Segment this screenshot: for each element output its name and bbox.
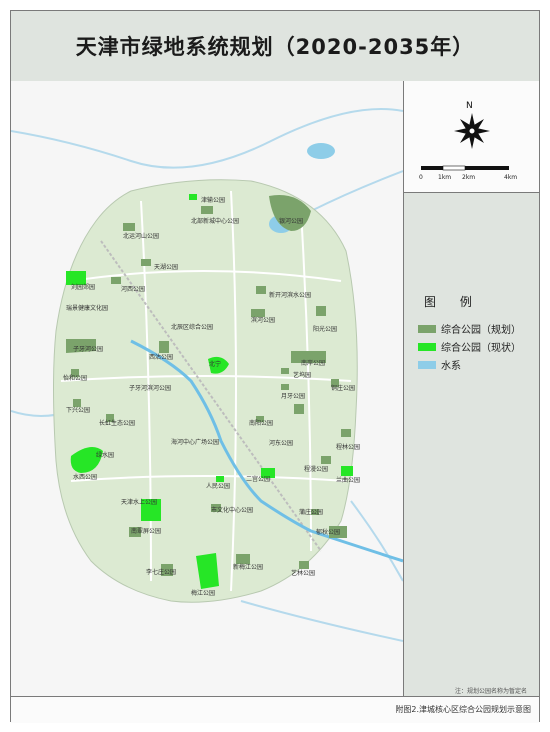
label-jinshu: 津输公园 xyxy=(201,196,225,204)
label-liuyuan: 刘园郊园 xyxy=(71,283,95,291)
label-ziyahe: 子牙河公园 xyxy=(73,345,103,353)
label-ergong: 二宫公园 xyxy=(246,475,270,483)
label-meijiang: 梅江公园 xyxy=(191,589,215,597)
label-chengman: 程漫公园 xyxy=(304,465,328,473)
title-bar: 天津市绿地系统规划（2020-2035年） xyxy=(11,11,539,82)
park-xinmeijiang xyxy=(236,554,250,564)
label-tianhu: 天湖公园 xyxy=(154,263,178,271)
label-nanyang: 南阳公园 xyxy=(249,419,273,427)
legend-item-water: 水系 xyxy=(418,357,461,372)
river-south xyxy=(240,600,404,642)
label-chenglin: 程林公园 xyxy=(336,443,360,451)
label-yueya: 月牙公园 xyxy=(281,393,305,400)
park-lanqu xyxy=(341,466,353,476)
label-binhe: 滨河公园 xyxy=(251,316,275,324)
legend-swatch-planned xyxy=(418,324,436,333)
park-chengman xyxy=(321,456,331,464)
label-lanqu: 兰曲公园 xyxy=(336,476,360,484)
page-title: 天津市绿地系统规划（2020-2035年） xyxy=(75,35,475,59)
map-canvas: 津输公园 北部新城中心公园 银河公园 北运河山公园 天湖公园 刘园郊园 河西公园… xyxy=(10,108,404,642)
label-ziyahebinhe: 子牙河滨河公园 xyxy=(129,384,171,392)
label-shuishang: 天津水上公园 xyxy=(121,498,157,506)
label-yiwu: 艺坞园 xyxy=(293,371,311,379)
scale-label-4: 4km xyxy=(504,174,518,181)
label-yilin: 艺林公园 xyxy=(291,569,315,577)
map-frame: 天津市绿地系统规划（2020-2035年） 津输公园 北部新城中心公园 银河公园… xyxy=(10,10,540,723)
map-note: 注：规划公园名称为暂定名 xyxy=(454,688,527,695)
label-hexi: 河西公园 xyxy=(121,285,145,293)
river-southeast xyxy=(350,500,404,582)
legend-item-planned: 综合公园（规划） xyxy=(418,321,521,336)
scale-label-2: 2km xyxy=(462,174,476,181)
label-xiaxing: 下兴公园 xyxy=(66,406,90,414)
park-yueya xyxy=(281,384,289,390)
label-ruijing: 瑞景健康文化园 xyxy=(66,304,108,312)
park-xigu xyxy=(159,341,169,353)
park-yangguang xyxy=(316,306,326,316)
river-north xyxy=(10,108,404,169)
label-liqizhuang: 李七庄公园 xyxy=(146,568,176,576)
label-yinhe: 银河公园 xyxy=(279,217,303,225)
park-xiao xyxy=(294,404,304,414)
park-binhe xyxy=(251,309,265,317)
legend-label-water: 水系 xyxy=(441,361,461,372)
label-nancuiping: 南翠屏公园 xyxy=(131,527,161,535)
park-yilin xyxy=(299,561,309,569)
legend-panel: 图 例 综合公园（规划） 综合公园（现状） 水系 xyxy=(403,193,539,707)
compass-panel: N 0 1km 2km 4km xyxy=(403,81,539,193)
label-hedong: 河东公园 xyxy=(269,439,293,447)
label-beiyunhe: 北运河山公园 xyxy=(123,232,159,240)
label-beichen: 北辰区综合公园 xyxy=(171,323,213,331)
park-xinkaihe xyxy=(256,286,266,294)
footer: 附图2.津城核心区综合公园规划示意图 xyxy=(11,696,539,723)
river-east-1 xyxy=(310,170,404,212)
label-yangguang: 阳光公园 xyxy=(313,325,337,333)
label-beibu: 北部新城中心公园 xyxy=(191,217,239,225)
park-yiwu xyxy=(281,368,289,374)
scale-label-1: 1km xyxy=(438,174,452,181)
label-nanan: 南岸公园 xyxy=(301,359,325,367)
legend-label-planned: 综合公园（规划） xyxy=(441,325,521,336)
park-liuyuan xyxy=(66,271,86,285)
legend-swatch-water xyxy=(418,360,436,369)
label-shuixi: 水西公园 xyxy=(73,473,97,481)
scale-label-0: 0 xyxy=(419,174,423,181)
label-yuqiu: 郁秋公园 xyxy=(316,528,340,536)
label-xinmeijiang: 新梅江公园 xyxy=(233,563,263,571)
north-label: N xyxy=(466,101,473,111)
legend-swatch-existing xyxy=(418,342,436,351)
label-lvshui: 绿水园 xyxy=(96,451,114,459)
label-tongzhuang: 铜庄公园 xyxy=(331,384,355,392)
lake-northeast xyxy=(307,143,335,159)
park-hexi xyxy=(111,277,121,284)
park-beiyunhe xyxy=(123,223,135,231)
legend-label-existing: 综合公园（现状） xyxy=(441,343,521,354)
label-haihe: 海河中心广场公园 xyxy=(171,438,219,446)
park-chenglin xyxy=(341,429,351,437)
map-area[interactable]: 津输公园 北部新城中心公园 银河公园 北运河山公园 天湖公园 刘园郊园 河西公园… xyxy=(10,81,404,707)
label-wenhua: 市文化中心公园 xyxy=(211,506,253,514)
label-changhong: 长虹生态公园 xyxy=(99,419,135,427)
park-beibu xyxy=(201,206,213,214)
label-yihe: 怡和公园 xyxy=(63,374,87,382)
park-jinshu xyxy=(189,194,197,200)
legend-item-existing: 综合公园（现状） xyxy=(418,339,521,354)
park-xiaxing xyxy=(73,399,81,407)
scale-bar xyxy=(421,165,509,171)
label-puzhuang: 蒲庄公园 xyxy=(299,508,323,516)
label-xinkaihe: 新开河滨水公园 xyxy=(269,291,311,299)
park-renmin xyxy=(216,476,224,482)
label-xigu: 西沽公园 xyxy=(149,353,173,361)
park-tianhu xyxy=(141,259,151,266)
label-beining: 北宁 xyxy=(209,360,221,368)
label-renmin: 人民公园 xyxy=(206,483,230,490)
figure-caption: 附图2.津城核心区综合公园规划示意图 xyxy=(395,705,531,714)
legend-title: 图 例 xyxy=(424,295,482,309)
